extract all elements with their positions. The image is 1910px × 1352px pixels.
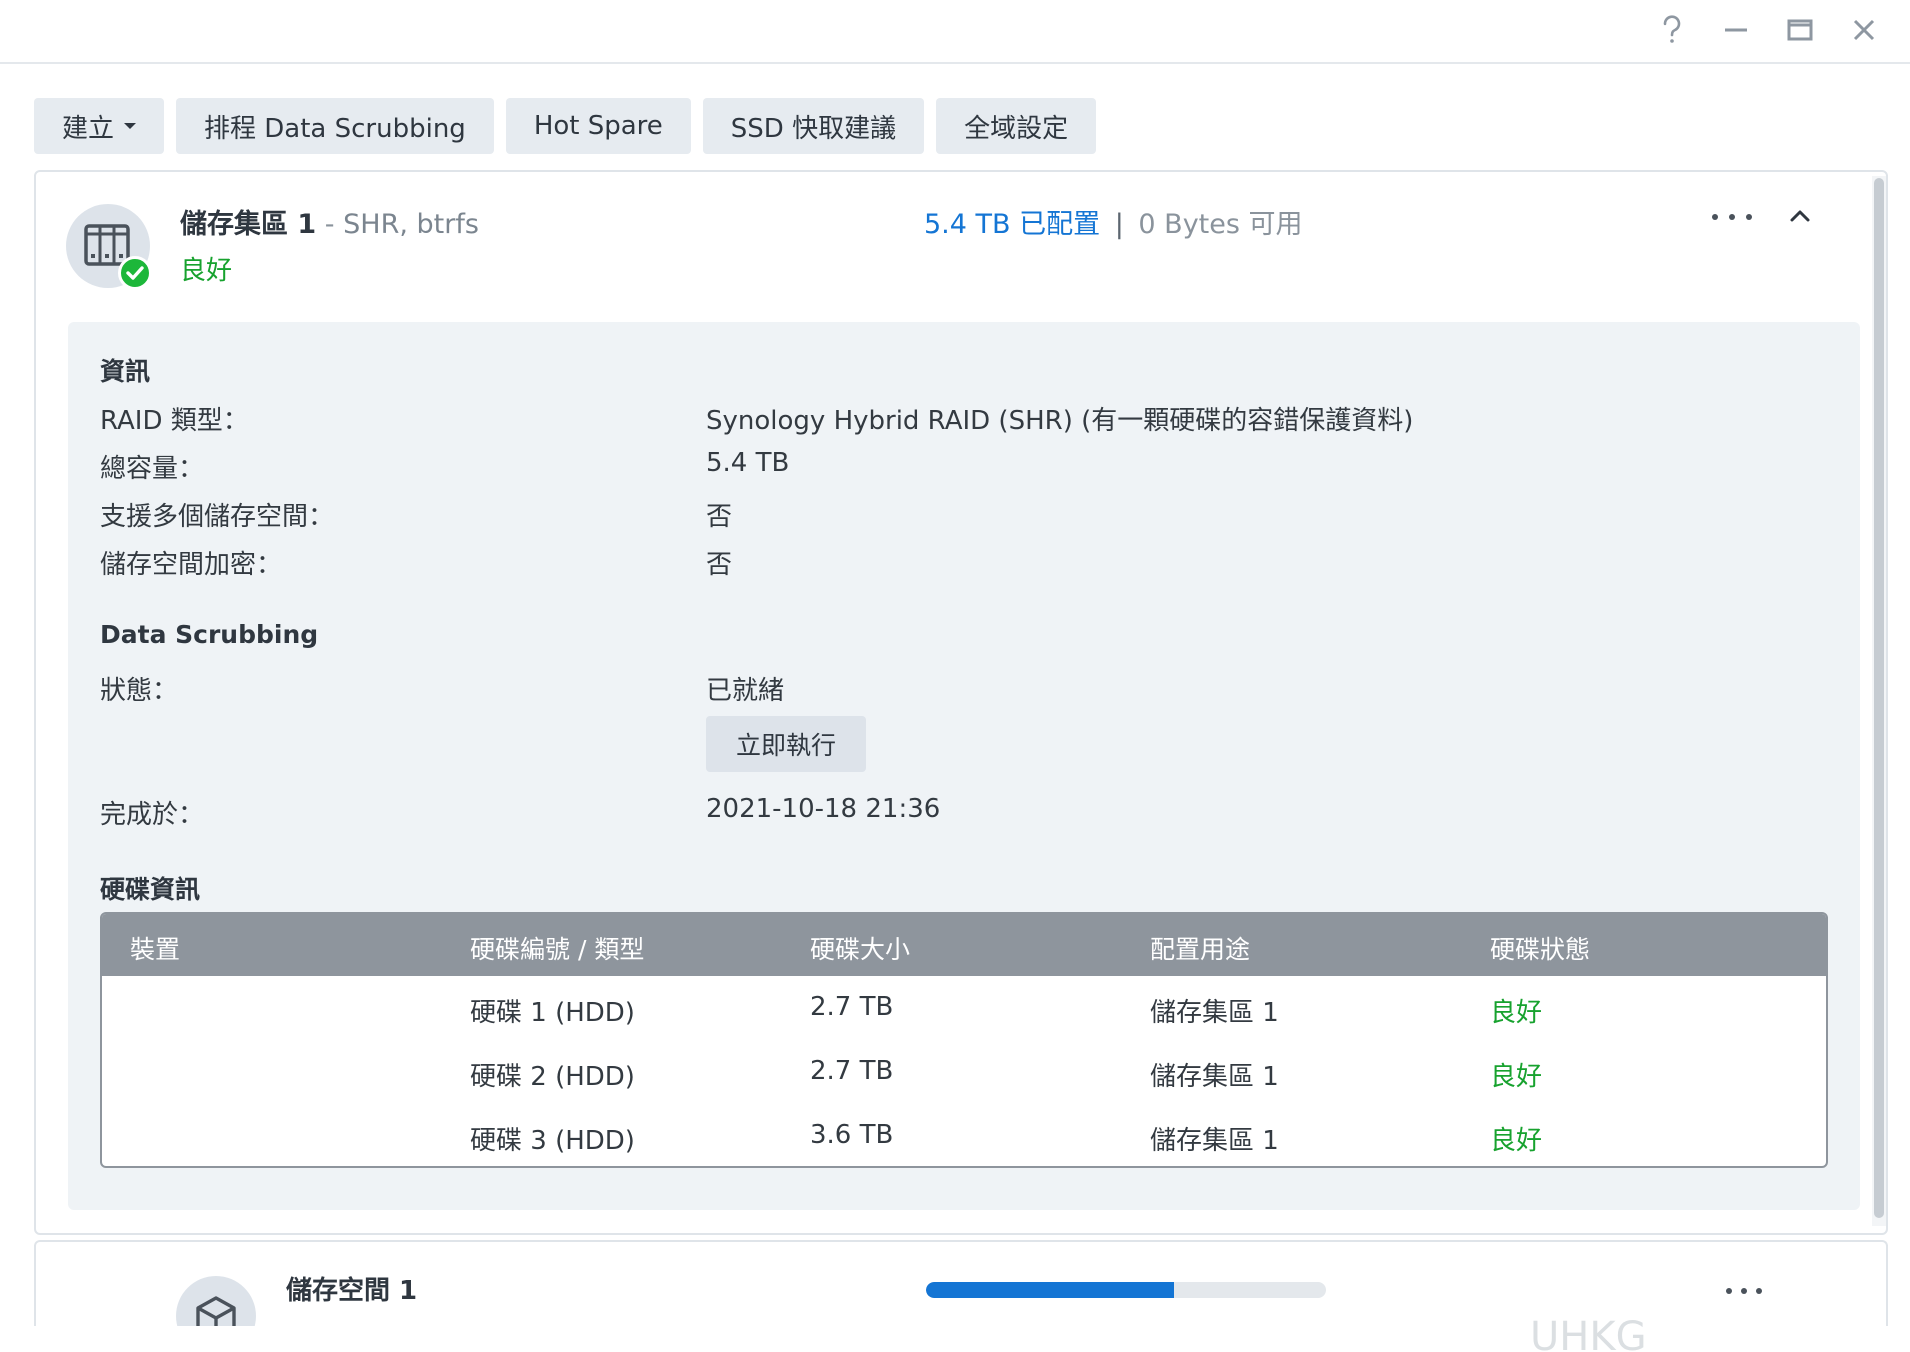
pool-usage: 5.4 TB 已配置 | 0 Bytes 可用 (924, 202, 1303, 241)
storage-pool-panel: 儲存集區 1 - SHR, btrfs 良好 5.4 TB 已配置 | 0 By… (34, 170, 1888, 1235)
row-disk-size: 3.6 TB (810, 1120, 894, 1150)
total-capacity-label: 總容量： (100, 454, 205, 484)
table-row[interactable]: 硬碟 1 (HDD) 2.7 TB 儲存集區 1 良好 (102, 976, 1826, 1040)
chevron-up-icon[interactable] (1780, 196, 1820, 236)
pool-meta: SHR, btrfs (343, 209, 479, 240)
total-capacity-value: 5.4 TB (706, 448, 790, 478)
pool-used: 5.4 TB 已配置 (924, 209, 1101, 240)
more-actions-icon[interactable] (1712, 202, 1752, 232)
pool-status: 良好 (180, 256, 233, 286)
maximize-icon[interactable] (1778, 8, 1822, 52)
data-scrubbing-title: Data Scrubbing (100, 620, 319, 649)
disk-table: 裝置 硬碟編號 / 類型 硬碟大小 配置用途 硬碟狀態 硬碟 1 (HDD) 2… (100, 912, 1828, 1168)
multiple-volumes-value: 否 (706, 502, 733, 532)
pool-meta-separator: - (324, 209, 335, 240)
help-icon[interactable] (1650, 8, 1694, 52)
disk-table-header: 裝置 硬碟編號 / 類型 硬碟大小 配置用途 硬碟狀態 (102, 914, 1826, 976)
volume-more-actions-icon[interactable] (1726, 1286, 1762, 1296)
create-button[interactable]: 建立 (34, 98, 165, 154)
column-header-device[interactable]: 裝置 (130, 930, 180, 966)
volume-usage-fill (926, 1282, 1174, 1298)
window-title-bar (0, 0, 1910, 64)
check-badge-icon (118, 256, 152, 290)
storage-manager-content: 建立 排程 Data Scrubbing Hot Spare SSD 快取建議 … (0, 66, 1910, 1352)
disk-info-title: 硬碟資訊 (100, 875, 201, 904)
row-disk-id: 硬碟 3 (HDD) (470, 1126, 635, 1156)
row-disk-size: 2.7 TB (810, 992, 894, 1022)
raid-type-value: Synology Hybrid RAID (SHR) (有一顆硬碟的容錯保護資料… (706, 406, 1414, 436)
multiple-volumes-label: 支援多個儲存空間： (100, 502, 335, 532)
column-header-disk-status[interactable]: 硬碟狀態 (1490, 930, 1590, 966)
caret-down-icon (124, 123, 137, 129)
toolbar: 建立 排程 Data Scrubbing Hot Spare SSD 快取建議 … (34, 98, 1097, 154)
row-disk-id: 硬碟 2 (HDD) (470, 1062, 635, 1092)
watermark: UHKG (1530, 1314, 1647, 1352)
row-allocation: 儲存集區 1 (1150, 998, 1279, 1028)
info-section-title: 資訊 (100, 357, 151, 386)
storage-pool-icon (66, 204, 152, 290)
global-settings-button[interactable]: 全域設定 (936, 98, 1097, 154)
scrubbing-status-value: 已就緒 (706, 676, 785, 706)
hot-spare-button[interactable]: Hot Spare (505, 98, 691, 154)
ssd-cache-advisor-button[interactable]: SSD 快取建議 (702, 98, 925, 154)
raid-type-label: RAID 類型： (100, 406, 249, 436)
minimize-icon[interactable] (1714, 8, 1758, 52)
column-header-allocation[interactable]: 配置用途 (1150, 930, 1250, 966)
create-button-label: 建立 (62, 113, 115, 144)
scrollbar-thumb[interactable] (1874, 178, 1884, 1218)
row-allocation: 儲存集區 1 (1150, 1062, 1279, 1092)
pool-name: 儲存集區 1 (180, 209, 317, 240)
row-disk-status: 良好 (1490, 998, 1543, 1028)
pool-usage-separator: | (1114, 209, 1124, 240)
storage-pool-title: 儲存集區 1 - SHR, btrfs (180, 202, 479, 241)
scrubbing-status-label: 狀態： (100, 676, 179, 706)
volume-usage-bar (926, 1282, 1326, 1298)
row-disk-status: 良好 (1490, 1126, 1543, 1156)
close-icon[interactable] (1842, 8, 1886, 52)
row-disk-status: 良好 (1490, 1062, 1543, 1092)
storage-pool-details: 資訊 RAID 類型： Synology Hybrid RAID (SHR) (… (68, 322, 1860, 1210)
finished-at-value: 2021-10-18 21:36 (706, 794, 941, 824)
finished-at-label: 完成於： (100, 800, 205, 830)
row-disk-id: 硬碟 1 (HDD) (470, 998, 635, 1028)
column-header-disk-size[interactable]: 硬碟大小 (810, 930, 910, 966)
volume-encryption-value: 否 (706, 550, 733, 580)
volume-name: 儲存空間 1 (286, 1276, 418, 1306)
storage-pool-header[interactable]: 儲存集區 1 - SHR, btrfs 良好 5.4 TB 已配置 | 0 By… (36, 172, 1886, 322)
table-row[interactable]: 硬碟 3 (HDD) 3.6 TB 儲存集區 1 良好 (102, 1104, 1826, 1166)
pool-free: 0 Bytes 可用 (1138, 209, 1303, 240)
run-now-button[interactable]: 立即執行 (706, 716, 866, 772)
table-row[interactable]: 硬碟 2 (HDD) 2.7 TB 儲存集區 1 良好 (102, 1040, 1826, 1104)
schedule-scrubbing-button[interactable]: 排程 Data Scrubbing (176, 98, 494, 154)
row-allocation: 儲存集區 1 (1150, 1126, 1279, 1156)
volume-encryption-label: 儲存空間加密： (100, 550, 283, 580)
column-header-disk-id[interactable]: 硬碟編號 / 類型 (470, 930, 644, 966)
row-disk-size: 2.7 TB (810, 1056, 894, 1086)
volume-cube-icon (176, 1276, 256, 1326)
